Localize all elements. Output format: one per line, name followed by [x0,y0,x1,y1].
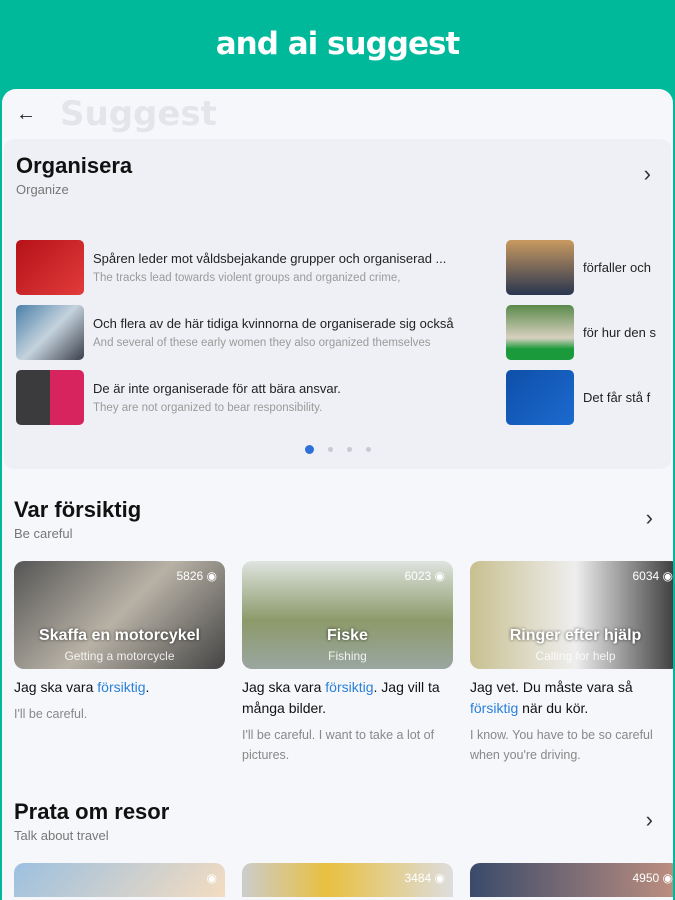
sentence: Jag ska vara försiktig. [14,679,150,695]
chevron-right-icon[interactable]: › [646,807,653,833]
card-title: Skaffa en motorcykel [39,627,200,644]
chevron-right-icon[interactable]: › [644,161,651,187]
travel-section: Prata om resor Talk about travel › ◉ 348… [2,799,673,897]
section-title: Organisera [16,153,133,178]
eye-icon: ◉ [206,569,217,583]
eye-icon: ◉ [434,871,445,885]
eye-icon: ◉ [434,569,445,583]
section-title: Var försiktig [14,497,142,522]
page-title: Suggest [60,94,217,134]
view-count: 3484 ◉ [404,871,445,885]
view-count: 5826 ◉ [176,569,217,583]
thumbnail [506,370,574,425]
section-subtitle: Organize [16,182,69,197]
translation: They are not organized to bear responsib… [93,402,323,414]
card-title: Ringer efter hjälp [509,627,642,644]
video-card[interactable]: ◉ [14,863,225,897]
page-dot[interactable] [327,447,333,453]
sentence: Och flera av de här tidiga kvinnorna de … [93,316,454,331]
card-subtitle: Fishing [328,649,367,663]
video-card[interactable]: 5826 ◉ Skaffa en motorcykel Getting a moto… [14,561,225,765]
card-subtitle: Getting a motorcycle [64,649,175,663]
list-item[interactable]: förfaller och [506,235,673,300]
thumbnail [506,240,574,295]
sentence: Det får stå f [583,390,651,405]
page-dot-active[interactable] [304,445,314,455]
card-subtitle: Calling for help [535,649,616,663]
page-indicator[interactable] [4,441,671,459]
card-title: Fiske [327,627,368,644]
organize-section: Organisera Organize › Spåren leder mot v… [4,139,671,469]
sentence: Jag ska vara försiktig. Jag vill ta mång… [242,679,440,716]
view-count: 6034 ◉ [632,569,673,583]
section-title: Prata om resor [14,799,170,824]
list-item[interactable]: för hur den s [506,300,673,365]
video-card[interactable]: 6023 ◉ Fiske Fishing Jag ska vara försikti… [242,561,453,765]
sentence: för hur den s [583,325,656,340]
section-subtitle: Talk about travel [14,828,109,843]
list-item[interactable]: Det får stå f [506,365,673,430]
suggest-sheet: ← Suggest Organisera Organize › Spåren l… [2,89,673,900]
video-card[interactable]: 6034 ◉ Ringer efter hjälp Calling for help… [470,561,673,765]
eye-icon: ◉ [662,569,673,583]
thumbnail [16,370,84,425]
view-count: 4950 ◉ [632,871,673,885]
eye-icon: ◉ [662,871,673,885]
sentence: De är inte organiserade för att bära ans… [93,381,341,396]
view-count: ◉ [207,871,217,885]
page-dot[interactable] [365,447,371,453]
view-count: 6023 ◉ [404,569,445,583]
translation: I'll be careful. [14,707,88,721]
thumbnail [16,240,84,295]
translation: The tracks lead towards violent groups a… [93,272,401,284]
banner-title: and ai suggest [215,26,461,62]
thumbnail [506,305,574,360]
sentence: Jag vet. Du måste vara så försiktig när … [470,679,633,716]
eye-icon: ◉ [206,871,217,885]
chevron-right-icon[interactable]: › [646,505,653,531]
sentence: Spåren leder mot våldsbejakande grupper … [93,251,447,266]
video-card[interactable]: 3484 ◉ [242,863,453,897]
video-card[interactable]: 4950 ◉ [470,863,673,897]
thumbnail [16,305,84,360]
translation: I know. You have to be so careful when y… [470,728,653,762]
translation: I'll be careful. I want to take a lot of… [242,728,435,762]
back-arrow-icon[interactable]: ← [16,103,46,126]
page-dot[interactable] [346,447,352,453]
translation: And several of these early women they al… [93,337,431,349]
sentence: förfaller och [583,260,651,275]
careful-section: Var försiktig Be careful › 5826 ◉ Skaffa … [2,497,673,765]
section-subtitle: Be careful [14,526,73,541]
